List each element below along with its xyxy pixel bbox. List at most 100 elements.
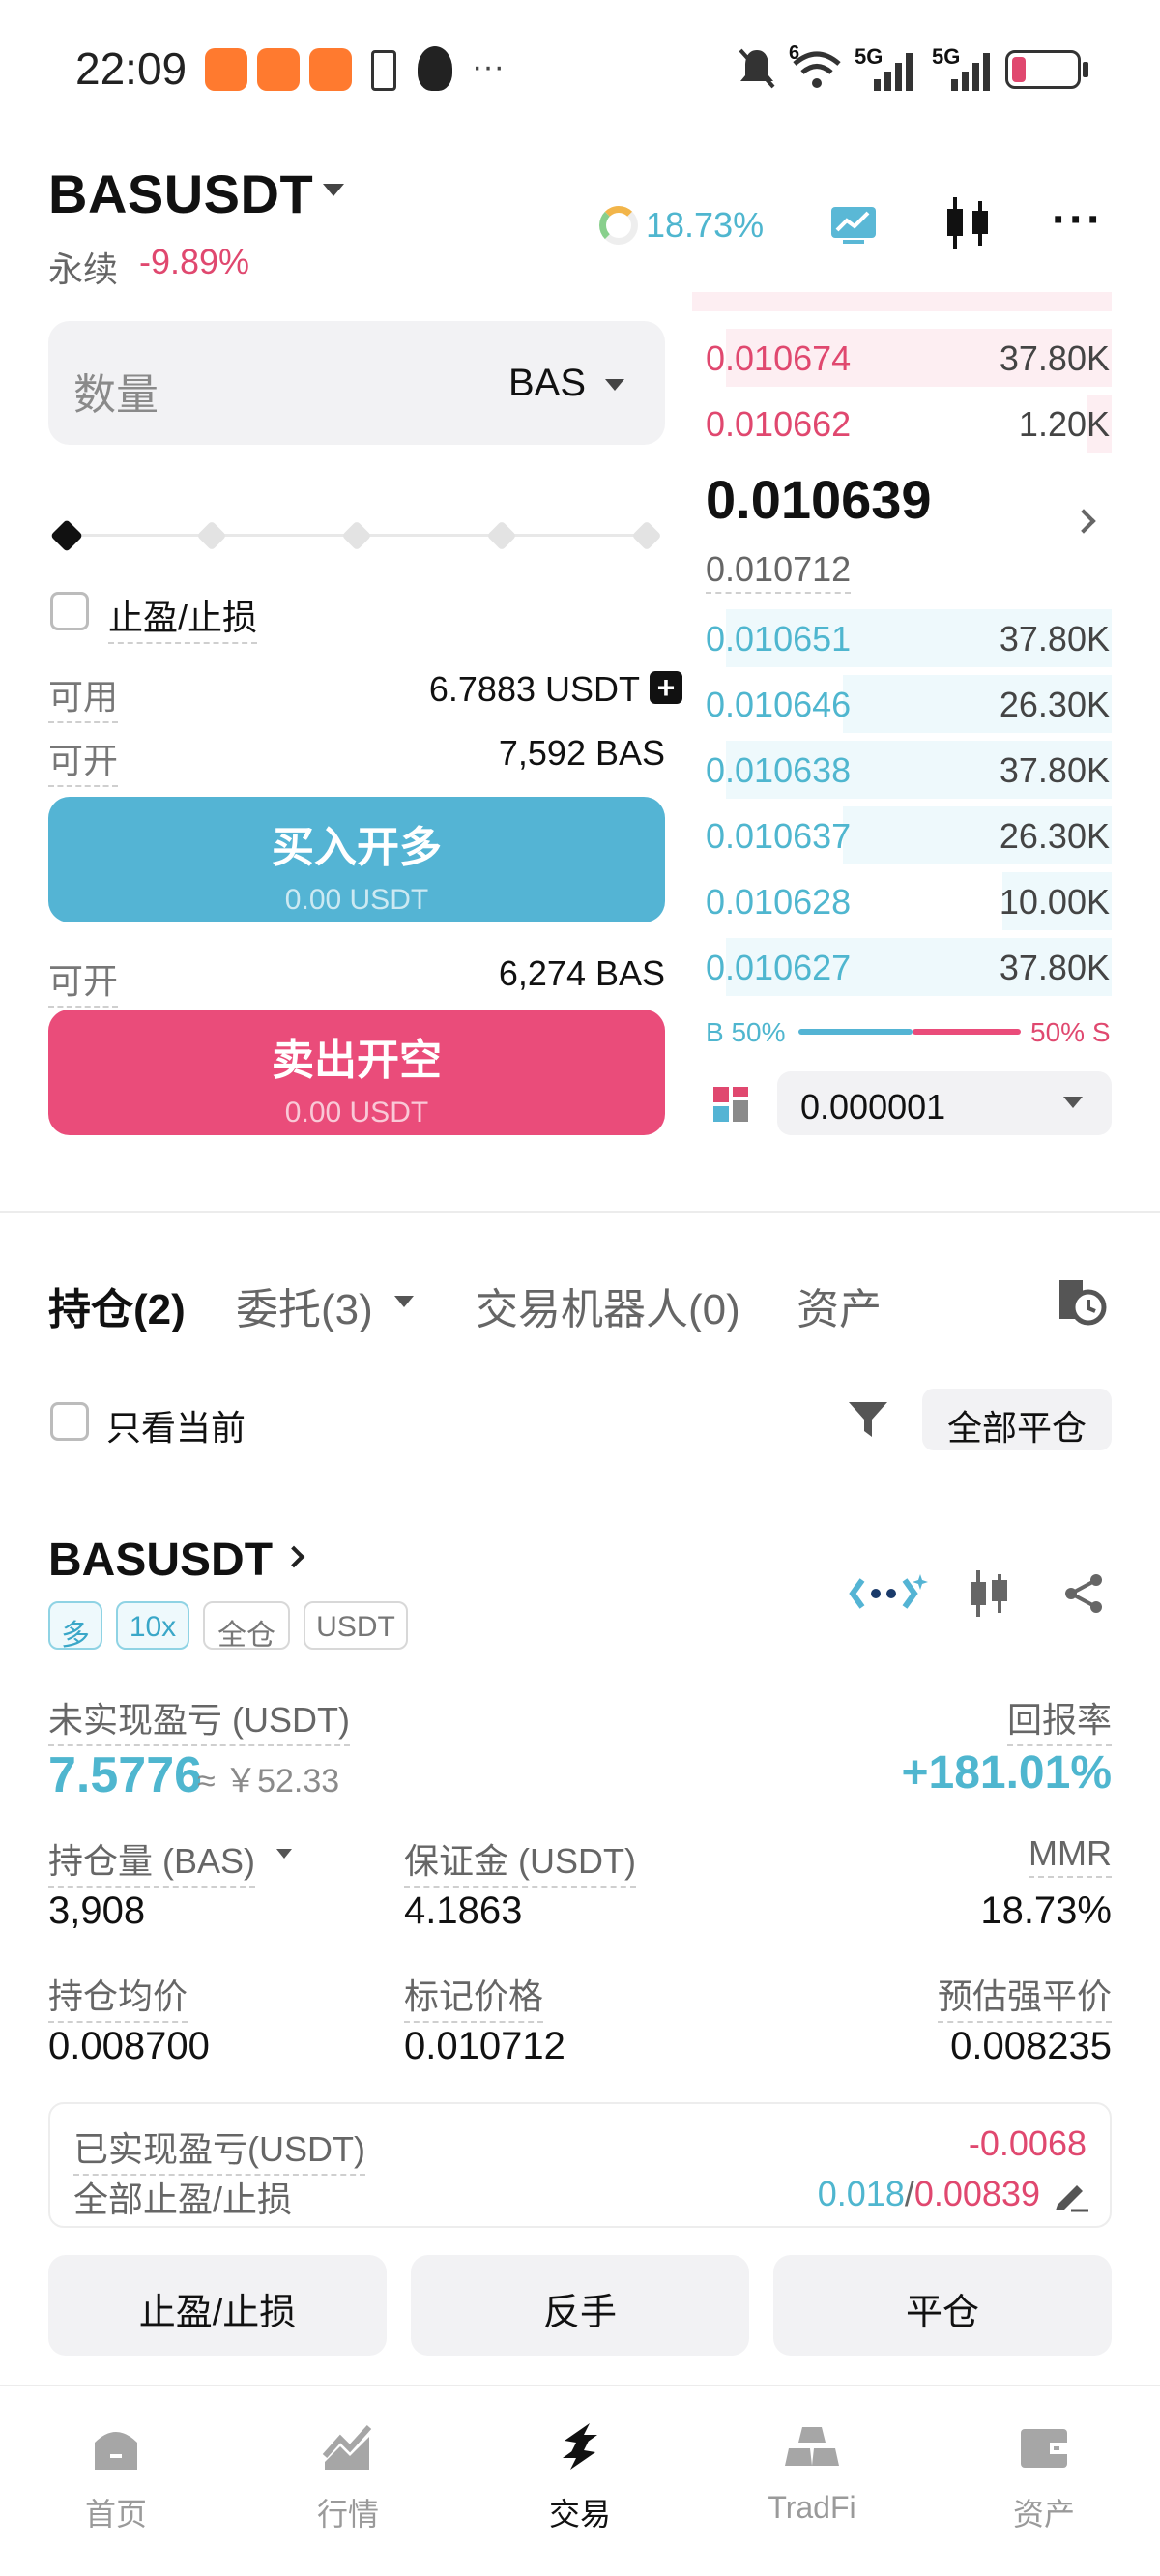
close-all-button[interactable]: 全部平仓 (922, 1389, 1112, 1450)
sl-value: 0.00839 (914, 2174, 1040, 2213)
slider-step-25[interactable] (196, 520, 227, 551)
chevron-right-icon[interactable] (1071, 509, 1096, 534)
quantity-unit-select[interactable]: BAS (508, 362, 586, 405)
ask-row-clipped (692, 292, 1112, 311)
bid-quantity: 37.80K (999, 619, 1110, 659)
precision-dropdown-icon[interactable] (1063, 1097, 1083, 1108)
bid-row[interactable]: 0.010646 26.30K (692, 671, 1112, 737)
ask-row[interactable]: 0.010662 1.20K (692, 391, 1112, 456)
ask-price: 0.010674 (706, 338, 852, 378)
mmr-label: MMR (1029, 1833, 1112, 1878)
qq-icon (418, 46, 452, 91)
roe-label: 回报率 (1006, 1692, 1112, 1746)
bid-quantity: 26.30K (999, 685, 1110, 724)
upnl-label: 未实现盈亏 (USDT) (48, 1692, 350, 1746)
filter-icon[interactable] (845, 1398, 891, 1441)
app-notification-icon (205, 48, 247, 91)
symbol-title[interactable]: BASUSDT (48, 162, 313, 225)
tab-positions[interactable]: 持仓(2) (48, 1274, 186, 1336)
nav-home[interactable]: 首页 (29, 2417, 203, 2534)
open-short-value: 6,274 BAS (498, 953, 665, 993)
size-label[interactable]: 持仓量 (BAS) (48, 1833, 256, 1888)
ask-quantity: 37.80K (999, 338, 1110, 378)
edit-pencil-icon[interactable] (1052, 2176, 1090, 2214)
bid-row[interactable]: 0.010627 37.80K (692, 934, 1112, 1000)
battery-icon (1005, 50, 1081, 89)
liq-price-label: 预估强平价 (937, 1969, 1112, 2023)
wallet-icon (1021, 2429, 1067, 2468)
bid-price: 0.010646 (706, 685, 852, 724)
buy-long-cost: 0.00 USDT (284, 884, 429, 916)
tpsl-button[interactable]: 止盈/止损 (48, 2255, 387, 2356)
mute-bell-icon (739, 48, 775, 89)
bid-quantity: 37.80K (999, 948, 1110, 987)
bid-row[interactable]: 0.010638 37.80K (692, 737, 1112, 803)
mmr-percent[interactable]: 18.73% (646, 205, 764, 246)
tab-trading-bots[interactable]: 交易机器人(0) (476, 1274, 740, 1336)
tpsl-checkbox[interactable] (50, 592, 89, 630)
bid-price: 0.010637 (706, 816, 852, 856)
orders-dropdown-icon[interactable] (394, 1296, 414, 1307)
slider-step-75[interactable] (486, 520, 517, 551)
tpsl-values[interactable]: 0.018/0.00839 (818, 2174, 1040, 2214)
symbol-dropdown-icon[interactable] (323, 184, 344, 196)
buy-long-button[interactable]: 买入开多 0.00 USDT (48, 797, 665, 922)
orderbook-layout-icon[interactable] (711, 1085, 750, 1124)
buy-long-label: 买入开多 (272, 824, 442, 871)
trade-icon (563, 2423, 597, 2470)
more-menu-icon[interactable]: ··· (1052, 193, 1104, 247)
tab-orders[interactable]: 委托(3) (236, 1274, 373, 1336)
available-label: 可用 (48, 669, 119, 723)
signal-icon-2 (951, 53, 990, 91)
tpsl-label[interactable]: 止盈/止损 (108, 590, 258, 644)
status-bar: 22:09 ··· 6 5G 5G (0, 0, 1160, 145)
candlestick-icon[interactable] (942, 195, 994, 251)
last-price[interactable]: 0.010639 (706, 468, 932, 531)
nav-tradfi[interactable]: TradFi (725, 2417, 899, 2526)
available-value: 6.7883 USDT (428, 669, 640, 709)
chevron-right-icon[interactable] (282, 1545, 305, 1568)
roe-value: +181.01% (901, 1747, 1112, 1799)
nav-assets[interactable]: 资产 (957, 2417, 1131, 2534)
tpsl-all-label: 全部止盈/止损 (73, 2180, 293, 2219)
slider-step-50[interactable] (341, 520, 372, 551)
sell-short-button[interactable]: 卖出开空 0.00 USDT (48, 1010, 665, 1135)
mmr-value: 18.73% (980, 1889, 1112, 1932)
mark-price-value: 0.010712 (404, 2025, 566, 2067)
open-long-value: 7,592 BAS (498, 733, 665, 773)
reverse-button[interactable]: 反手 (411, 2255, 749, 2356)
open-short-label: 可开 (48, 953, 119, 1008)
bid-price: 0.010638 (706, 750, 852, 790)
share-icon[interactable] (1061, 1572, 1106, 1615)
bid-quantity: 37.80K (999, 750, 1110, 790)
tab-assets[interactable]: 资产 (797, 1274, 882, 1336)
only-current-checkbox[interactable] (50, 1402, 89, 1441)
tag-leverage[interactable]: 10x (116, 1601, 189, 1650)
section-divider (0, 1211, 1160, 1213)
quantity-placeholder: 数量 (73, 371, 159, 419)
mmr-gauge-icon[interactable] (599, 206, 638, 245)
nav-markets[interactable]: 行情 (261, 2417, 435, 2534)
buy-ratio-bar (798, 1029, 913, 1035)
mark-price-label: 标记价格 (404, 1969, 544, 2023)
bid-row[interactable]: 0.010637 26.30K (692, 803, 1112, 868)
slider-handle[interactable] (50, 519, 83, 552)
size-unit-dropdown-icon[interactable] (276, 1849, 292, 1859)
bid-row[interactable]: 0.010628 10.00K (692, 868, 1112, 934)
bot-link-icon[interactable] (849, 1572, 928, 1615)
ask-row[interactable]: 0.010674 37.80K (692, 325, 1112, 391)
nav-assets-label: 资产 (1012, 2497, 1075, 2532)
bid-row[interactable]: 0.010651 37.80K (692, 605, 1112, 671)
position-symbol[interactable]: BASUSDT (48, 1534, 273, 1587)
close-position-button[interactable]: 平仓 (773, 2255, 1112, 2356)
history-icon[interactable] (1054, 1273, 1108, 1327)
kline-icon[interactable] (967, 1568, 1011, 1619)
chart-icon[interactable] (829, 203, 878, 246)
only-current-label[interactable]: 只看当前 (106, 1400, 246, 1450)
nav-trade[interactable]: 交易 (493, 2417, 667, 2534)
more-notifications-icon: ··· (472, 48, 505, 85)
ask-quantity: 1.20K (1018, 404, 1110, 444)
unit-dropdown-icon[interactable] (605, 379, 624, 391)
slider-step-100[interactable] (631, 520, 662, 551)
transfer-add-icon[interactable]: + (650, 671, 682, 704)
